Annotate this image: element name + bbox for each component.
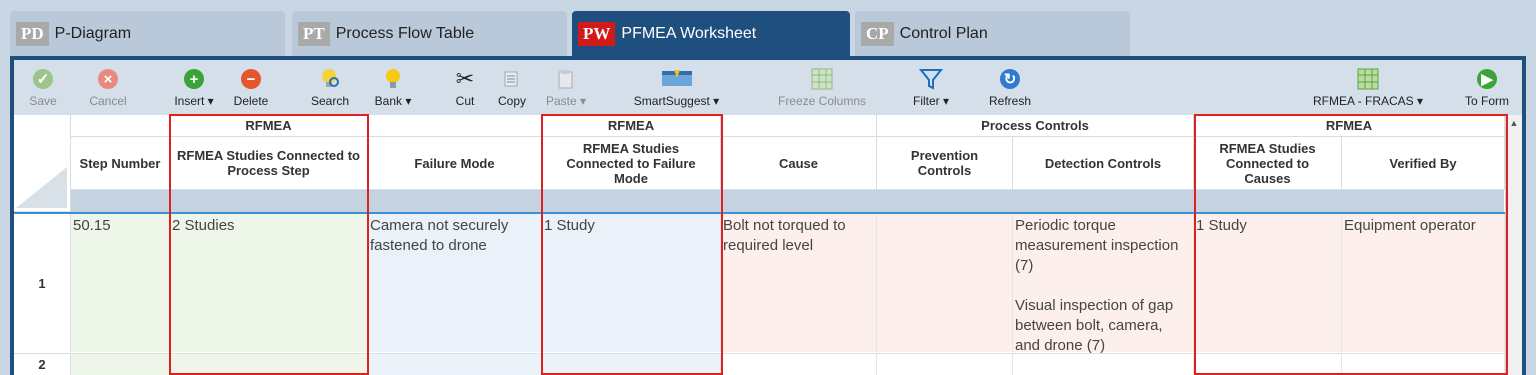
cell-prevention-controls[interactable] bbox=[877, 214, 1013, 352]
insert-button[interactable]: + Insert ▾ bbox=[166, 60, 222, 115]
group-header-rfmea: RFMEA bbox=[542, 115, 721, 137]
grid-icon bbox=[1357, 66, 1379, 92]
lightbulb-icon bbox=[383, 66, 403, 92]
cell-detection-controls[interactable] bbox=[1013, 353, 1194, 375]
smartsuggest-icon bbox=[660, 66, 694, 92]
tab-badge: CP bbox=[861, 21, 894, 46]
tab-badge: PT bbox=[298, 21, 330, 46]
cell-failure-mode[interactable]: Camera not securely fastened to drone bbox=[368, 214, 542, 352]
col-header-verified-by[interactable]: Verified By bbox=[1342, 137, 1505, 190]
cell-rfmea-failure-mode[interactable]: 1 Study bbox=[542, 214, 721, 352]
scissors-icon: ✂ bbox=[455, 66, 475, 91]
delete-button[interactable]: − Delete bbox=[226, 60, 276, 115]
tab-label: P-Diagram bbox=[54, 24, 132, 42]
copy-icon bbox=[503, 66, 521, 92]
cancel-button[interactable]: × Cancel bbox=[84, 60, 132, 115]
filter-row[interactable] bbox=[71, 190, 1505, 212]
cell-detection-controls[interactable]: Periodic torque measurement inspection (… bbox=[1013, 214, 1194, 354]
to-form-button[interactable]: ▶ To Form bbox=[1460, 60, 1514, 115]
cell-prevention-controls[interactable] bbox=[877, 353, 1013, 375]
cell-verified-by[interactable] bbox=[1342, 353, 1505, 375]
copy-button[interactable]: Copy bbox=[496, 60, 528, 115]
col-header-rfmea-process-step[interactable]: RFMEA Studies Connected to Process Step bbox=[170, 137, 368, 190]
scroll-up-icon[interactable]: ▲ bbox=[1506, 115, 1522, 131]
row-number[interactable]: 1 bbox=[14, 214, 71, 352]
cell-step-number[interactable]: 50.15 bbox=[71, 214, 170, 352]
col-header-prevention-controls[interactable]: Prevention Controls bbox=[877, 137, 1013, 190]
cut-button[interactable]: ✂ Cut bbox=[450, 60, 480, 115]
cell-rfmea-causes[interactable]: 1 Study bbox=[1194, 214, 1342, 352]
col-header-detection-controls[interactable]: Detection Controls bbox=[1013, 137, 1194, 190]
detection-control-item: Visual inspection of gap between bolt, c… bbox=[1015, 297, 1174, 354]
plus-icon: + bbox=[184, 69, 204, 89]
rfmea-fracas-button[interactable]: RFMEA - FRACAS ▾ bbox=[1313, 60, 1423, 115]
paste-button[interactable]: Paste ▾ bbox=[542, 60, 590, 115]
cell-rfmea-failure-mode[interactable] bbox=[542, 353, 721, 375]
filter-button[interactable]: Filter ▾ bbox=[908, 60, 954, 115]
group-header-process-controls: Process Controls bbox=[877, 115, 1194, 137]
cell-rfmea-causes[interactable] bbox=[1194, 353, 1342, 375]
group-header-blank bbox=[721, 115, 877, 137]
group-header-rfmea: RFMEA bbox=[170, 115, 368, 137]
cell-rfmea-process-step[interactable]: 2 Studies bbox=[170, 214, 368, 352]
detection-control-item: Periodic torque measurement inspection (… bbox=[1015, 217, 1179, 274]
col-header-failure-mode[interactable]: Failure Mode bbox=[368, 137, 542, 190]
group-header-blank bbox=[368, 115, 542, 137]
tab-process-flow-table[interactable]: PT Process Flow Table bbox=[292, 11, 567, 56]
refresh-icon: ↻ bbox=[1000, 69, 1020, 89]
paste-icon bbox=[557, 66, 575, 92]
col-header-rfmea-failure-mode[interactable]: RFMEA Studies Connected to Failure Mode bbox=[542, 137, 721, 190]
cell-cause[interactable] bbox=[721, 353, 877, 375]
group-header-rfmea: RFMEA bbox=[1194, 115, 1505, 137]
cell-step-number[interactable] bbox=[71, 353, 170, 375]
col-header-step-number[interactable]: Step Number bbox=[71, 137, 170, 190]
tab-p-diagram[interactable]: PD P-Diagram bbox=[10, 11, 285, 56]
filter-icon bbox=[919, 66, 943, 92]
smartsuggest-button[interactable]: SmartSuggest ▾ bbox=[614, 60, 739, 115]
col-header-cause[interactable]: Cause bbox=[721, 137, 877, 190]
cancel-icon: × bbox=[98, 69, 118, 89]
grid-corner bbox=[14, 115, 71, 212]
tab-badge: PD bbox=[16, 21, 49, 46]
cell-rfmea-process-step[interactable] bbox=[170, 353, 368, 375]
cell-cause[interactable]: Bolt not torqued to required level bbox=[721, 214, 877, 352]
check-icon: ✓ bbox=[33, 69, 53, 89]
search-bulb-icon bbox=[319, 66, 341, 92]
freeze-columns-button[interactable]: Freeze Columns bbox=[774, 60, 870, 115]
toolbar: ✓ Save × Cancel + Insert ▾ − Delete Sear… bbox=[14, 60, 1522, 115]
tab-label: PFMEA Worksheet bbox=[621, 24, 757, 42]
row-number[interactable]: 2 bbox=[14, 353, 71, 375]
module-tabs: PD P-Diagram PT Process Flow Table PW PF… bbox=[0, 0, 1536, 56]
arrow-right-icon: ▶ bbox=[1477, 69, 1497, 89]
col-header-rfmea-causes[interactable]: RFMEA Studies Connected to Causes bbox=[1194, 137, 1342, 190]
vertical-scrollbar[interactable]: ▲ bbox=[1505, 115, 1522, 375]
group-header-blank bbox=[71, 115, 170, 137]
tab-label: Process Flow Table bbox=[335, 24, 475, 42]
cell-verified-by[interactable]: Equipment operator bbox=[1342, 214, 1505, 352]
grid-icon bbox=[811, 66, 833, 92]
cell-failure-mode[interactable] bbox=[368, 353, 542, 375]
delete-icon: − bbox=[241, 69, 261, 89]
search-button[interactable]: Search bbox=[308, 60, 352, 115]
worksheet-grid: RFMEA RFMEA Process Controls RFMEA Step … bbox=[14, 115, 1522, 375]
save-button[interactable]: ✓ Save bbox=[26, 60, 60, 115]
tab-label: Control Plan bbox=[899, 24, 988, 42]
refresh-button[interactable]: ↻ Refresh bbox=[984, 60, 1036, 115]
tab-control-plan[interactable]: CP Control Plan bbox=[855, 11, 1130, 56]
tab-badge: PW bbox=[578, 21, 616, 46]
tab-pfmea-worksheet[interactable]: PW PFMEA Worksheet bbox=[572, 11, 850, 56]
bank-button[interactable]: Bank ▾ bbox=[368, 60, 418, 115]
